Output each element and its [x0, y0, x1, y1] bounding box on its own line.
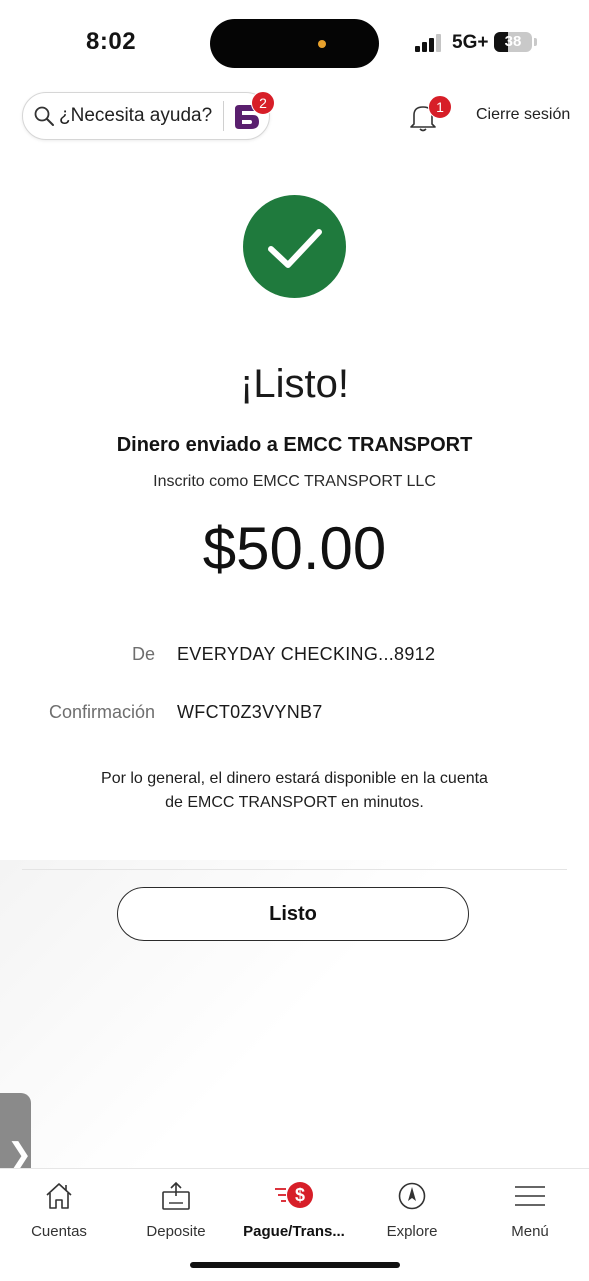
network-type: 5G+ — [452, 32, 489, 53]
confirmation-number: WFCT0Z3VYNB7 — [177, 702, 323, 722]
nav-label-explore: Explore — [386, 1223, 438, 1240]
battery-level: 38 — [504, 33, 522, 50]
deposit-icon — [162, 1181, 190, 1210]
nav-label-menu: Menú — [511, 1223, 549, 1240]
confirmation-label: Confirmación — [48, 702, 155, 722]
chevron-right-icon: ❯ — [7, 1138, 33, 1171]
success-check-icon — [243, 195, 346, 298]
nav-item-pague-transfiera[interactable]: $ Pague/Trans... — [235, 1177, 353, 1241]
recording-indicator-dot — [318, 40, 326, 48]
home-indicator — [190, 1262, 400, 1268]
nav-label-deposite: Deposite — [146, 1223, 206, 1240]
pill-divider — [223, 101, 224, 131]
home-icon — [46, 1183, 72, 1209]
availability-note: Por lo general, el dinero estará disponi… — [60, 767, 529, 815]
nav-item-cuentas[interactable]: Cuentas — [0, 1177, 118, 1241]
pay-transfer-icon: $ — [275, 1182, 313, 1208]
search-icon — [34, 106, 54, 126]
nav-label-cuentas: Cuentas — [31, 1223, 87, 1240]
nav-item-explore[interactable]: Explore — [353, 1177, 471, 1241]
svg-text:$: $ — [295, 1185, 305, 1205]
dynamic-island — [210, 19, 379, 68]
nav-label-pague-transfiera: Pague/Trans... — [243, 1223, 345, 1240]
battery-nub — [534, 38, 537, 46]
enrolled-as-text: Inscrito como EMCC TRANSPORT LLC — [153, 473, 436, 490]
battery-icon: 38 — [494, 32, 532, 52]
availability-note-line-2: de EMCC TRANSPORT en minutos. — [165, 794, 424, 811]
section-divider — [22, 869, 567, 870]
status-bar: 8:02 5G+ 38 — [0, 0, 589, 88]
compass-icon — [398, 1182, 426, 1210]
help-search-pill[interactable]: ¿Necesita ayuda? 2 — [22, 91, 275, 140]
recipient-title: Dinero enviado a EMCC TRANSPORT — [116, 434, 473, 456]
nav-item-deposite[interactable]: Deposite — [117, 1177, 235, 1241]
amount-sent: $50.00 — [202, 515, 387, 582]
logout-link[interactable]: Cierre sesión — [476, 106, 570, 124]
notification-badge: 1 — [428, 95, 452, 119]
signal-icon — [415, 34, 445, 52]
availability-note-line-1: Por lo general, el dinero estará disponi… — [101, 770, 488, 787]
help-text: ¿Necesita ayuda? — [59, 105, 213, 126]
from-account-value: EVERYDAY CHECKING...8912 — [177, 644, 436, 664]
assistant-badge: 2 — [251, 91, 275, 115]
success-headline: ¡Listo! — [240, 362, 349, 406]
from-label: De — [131, 644, 155, 664]
hamburger-icon — [515, 1186, 545, 1206]
done-button[interactable]: Listo — [117, 887, 469, 941]
nav-item-menu[interactable]: Menú — [471, 1177, 589, 1241]
status-time: 8:02 — [86, 28, 137, 55]
